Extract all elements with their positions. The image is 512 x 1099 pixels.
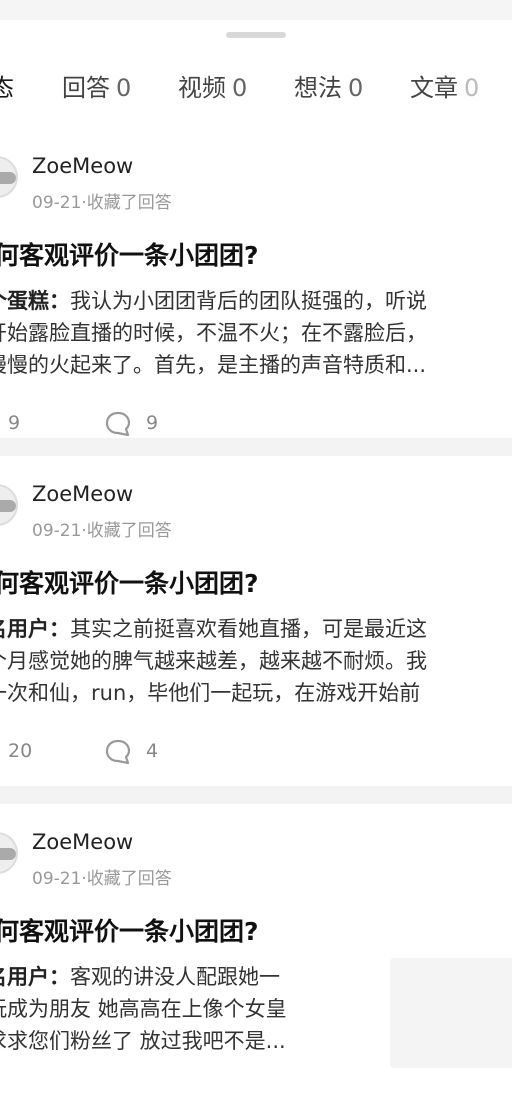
excerpt-line: 名用户：客观的讲没人配跟她一 [0, 961, 370, 993]
answer-author: 名用户： [0, 965, 70, 989]
tab-count: 0 [464, 74, 480, 102]
bottom-sheet: 态 回答 0 视频 0 想法 0 文章 0 ZoeMeow 09-21·收藏了回答 何客… [0, 20, 512, 1099]
comment-icon[interactable] [104, 410, 132, 438]
upvote-count[interactable]: 9 [8, 412, 20, 434]
activity-meta: 09-21·收藏了回答 [32, 521, 172, 541]
upvote-count[interactable]: 20 [8, 740, 32, 762]
excerpt-text: 我认为小团团背后的团队挺强的，听说 [70, 289, 427, 313]
comment-icon[interactable] [104, 738, 132, 766]
username[interactable]: ZoeMeow [32, 482, 133, 506]
tab-label: 回答 [62, 74, 110, 102]
answer-thumbnail[interactable] [390, 958, 512, 1068]
tab-label: 文章 [410, 74, 458, 102]
avatar[interactable] [0, 832, 18, 874]
question-title[interactable]: 何客观评价一条小团团? [0, 912, 259, 948]
username[interactable]: ZoeMeow [32, 830, 133, 854]
comment-count[interactable]: 9 [146, 412, 158, 434]
tab-count: 0 [232, 74, 248, 102]
comment-count[interactable]: 4 [146, 740, 158, 762]
question-title[interactable]: 何客观评价一条小团团? [0, 564, 259, 600]
feed-card[interactable]: ZoeMeow 09-21·收藏了回答 何客观评价一条小团团? 名用户：其实之前… [0, 456, 512, 786]
answer-excerpt[interactable]: 名用户：其实之前挺喜欢看她直播，可是最近这 个月感觉她的脾气越来越差，越来越不耐… [0, 613, 512, 709]
excerpt-line: 开始露脸直播的时候，不温不火；在不露脸后， [0, 321, 427, 345]
excerpt-line: 个月感觉她的脾气越来越差，越来越不耐烦。我 [0, 649, 427, 673]
tab-articles[interactable]: 文章 0 [410, 72, 479, 104]
card-separator [0, 786, 512, 804]
excerpt-line: 名用户：其实之前挺喜欢看她直播，可是最近这 [0, 613, 512, 645]
answer-excerpt[interactable]: 个蛋糕：我认为小团团背后的团队挺强的，听说 开始露脸直播的时候，不温不火；在不露… [0, 285, 512, 381]
avatar[interactable] [0, 484, 18, 526]
feed-card[interactable]: ZoeMeow 09-21·收藏了回答 何客观评价一条小团团? 名用户：客观的讲… [0, 804, 512, 1099]
tab-label: 态 [0, 74, 14, 102]
answer-author: 个蛋糕： [0, 289, 70, 313]
answer-author: 名用户： [0, 617, 70, 641]
card-separator [0, 438, 512, 456]
activity-meta: 09-21·收藏了回答 [32, 869, 172, 889]
excerpt-text: 其实之前挺喜欢看她直播，可是最近这 [70, 617, 427, 641]
activity-feed: ZoeMeow 09-21·收藏了回答 何客观评价一条小团团? 个蛋糕：我认为小… [0, 108, 512, 1099]
tab-activity[interactable]: 态 [0, 72, 14, 104]
excerpt-line: 求求您们粉丝了 放过我吧不是... [0, 1029, 286, 1053]
tab-thoughts[interactable]: 想法 0 [294, 72, 363, 104]
username[interactable]: ZoeMeow [32, 154, 133, 178]
avatar[interactable] [0, 156, 18, 198]
tab-count: 0 [116, 74, 132, 102]
tab-videos[interactable]: 视频 0 [178, 72, 247, 104]
question-title[interactable]: 何客观评价一条小团团? [0, 236, 259, 272]
answer-excerpt[interactable]: 名用户：客观的讲没人配跟她一 玩成为朋友 她高高在上像个女皇 求求您们粉丝了 放… [0, 961, 370, 1057]
sheet-drag-handle[interactable] [226, 32, 286, 38]
excerpt-line: 玩成为朋友 她高高在上像个女皇 [0, 997, 287, 1021]
excerpt-line: 一次和仙，run，毕他们一起玩，在游戏开始前 [0, 681, 421, 705]
tab-label: 想法 [294, 74, 342, 102]
excerpt-line: 个蛋糕：我认为小团团背后的团队挺强的，听说 [0, 285, 512, 317]
sheet-top-strip [0, 0, 512, 20]
tab-answers[interactable]: 回答 0 [62, 72, 131, 104]
feed-card[interactable]: ZoeMeow 09-21·收藏了回答 何客观评价一条小团团? 个蛋糕：我认为小… [0, 108, 512, 438]
tab-count: 0 [348, 74, 364, 102]
tab-label: 视频 [178, 74, 226, 102]
activity-meta: 09-21·收藏了回答 [32, 193, 172, 213]
excerpt-text: 客观的讲没人配跟她一 [70, 965, 280, 989]
excerpt-line: 慢慢的火起来了。首先，是主播的声音特质和... [0, 353, 427, 377]
